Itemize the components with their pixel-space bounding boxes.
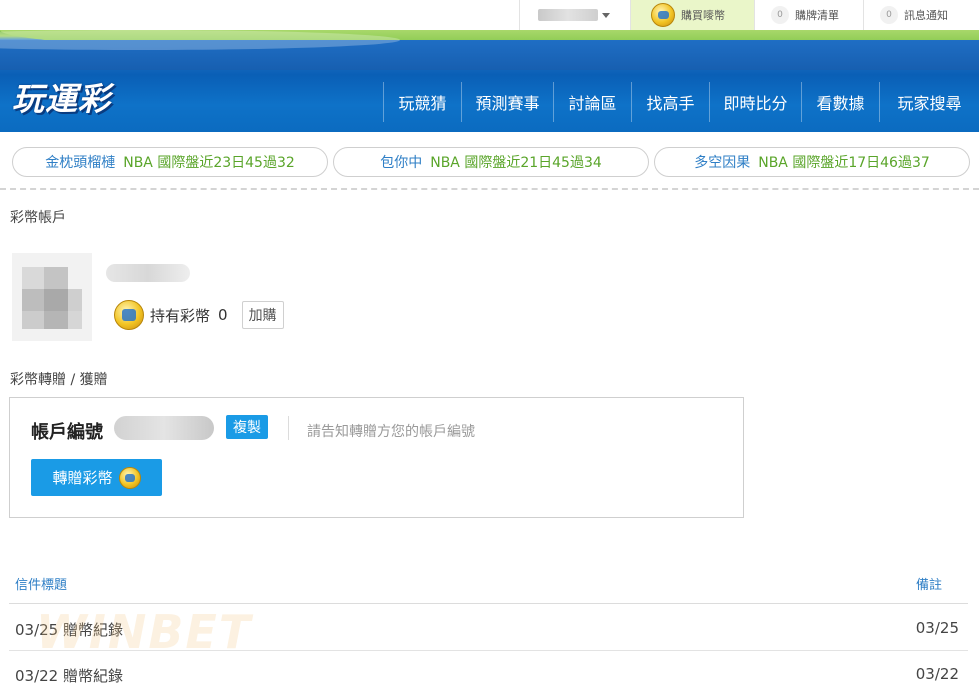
account-number-label: 帳戶編號 [31, 422, 103, 443]
table-row[interactable]: 03/25 贈幣紀錄 03/25 [9, 605, 968, 651]
cart-link[interactable]: 0 購牌清單 [754, 0, 863, 30]
column-header-note: 備註 [915, 578, 942, 593]
nav-item[interactable]: 討論區 [553, 82, 631, 122]
coin-holding: 持有彩幣 0 加購 [114, 300, 284, 330]
table-row[interactable]: 03/22 贈幣紀錄 03/22 [9, 651, 968, 691]
buy-coins-label: 購買嘜幣 [681, 9, 725, 22]
ticker-item[interactable]: 多空因果 NBA 國際盤近17日46過37 [654, 147, 970, 177]
expert-ticker-bar: 金枕頭榴槤 NBA 國際盤近23日45過32 包你中 NBA 國際盤近21日45… [0, 132, 979, 190]
username-blurred [538, 9, 598, 21]
chevron-down-icon [602, 12, 610, 18]
coin-icon [114, 300, 144, 330]
account-number-blurred [114, 416, 214, 440]
send-coins-label: 轉贈彩幣 [52, 469, 113, 487]
holding-label: 持有彩幣 [150, 306, 211, 325]
cart-count-badge: 0 [771, 6, 789, 24]
record-title: 03/25 贈幣紀錄 [15, 621, 123, 639]
record-note: 03/22 [915, 665, 959, 683]
records-table-header: 信件標題 備註 [9, 572, 968, 604]
column-header-title: 信件標題 [15, 578, 68, 593]
holding-count: 0 [218, 306, 228, 324]
account-section-title: 彩幣帳戶 [10, 210, 66, 226]
nav-item[interactable]: 預測賽事 [461, 82, 553, 122]
messages-label: 訊息通知 [904, 9, 948, 22]
nav-item[interactable]: 玩競猜 [383, 82, 461, 122]
main-nav: 玩競猜 預測賽事 討論區 找高手 即時比分 看數據 玩家搜尋 [383, 82, 979, 122]
ticker-record: NBA 國際盤近23日45過32 [123, 155, 295, 171]
messages-link[interactable]: 0 訊息通知 [863, 0, 979, 30]
ticker-expert-name: 金枕頭榴槤 [45, 155, 116, 171]
user-menu[interactable] [519, 0, 630, 30]
username-blurred [106, 264, 190, 282]
nav-item[interactable]: 找高手 [631, 82, 709, 122]
record-title: 03/22 贈幣紀錄 [15, 667, 123, 685]
coin-icon [651, 3, 675, 27]
ticker-item[interactable]: 包你中 NBA 國際盤近21日45過34 [333, 147, 649, 177]
ticker-expert-name: 包你中 [380, 155, 423, 171]
nav-item[interactable]: 看數據 [801, 82, 879, 122]
copy-button[interactable]: 複製 [226, 415, 268, 439]
ticker-record: NBA 國際盤近17日46過37 [758, 155, 930, 171]
messages-count-badge: 0 [880, 6, 898, 24]
cart-label: 購牌清單 [795, 9, 839, 22]
coin-icon [118, 466, 141, 489]
send-coins-button[interactable]: 轉贈彩幣 [31, 459, 162, 496]
ticker-item[interactable]: 金枕頭榴槤 NBA 國際盤近23日45過32 [12, 147, 328, 177]
avatar [12, 253, 92, 341]
site-logo[interactable]: 玩運彩 [12, 74, 111, 120]
site-header: 玩運彩 玩競猜 預測賽事 討論區 找高手 即時比分 看數據 玩家搜尋 [0, 30, 979, 132]
buy-coins-link[interactable]: 購買嘜幣 [630, 0, 754, 30]
top-utility-bar: 購買嘜幣 0 購牌清單 0 訊息通知 [0, 0, 979, 30]
transfer-section-title: 彩幣轉贈 / 獲贈 [10, 372, 108, 388]
record-note: 03/25 [915, 619, 959, 637]
ticker-expert-name: 多空因果 [694, 155, 751, 171]
add-coins-button[interactable]: 加購 [241, 301, 284, 329]
nav-item[interactable]: 玩家搜尋 [879, 82, 979, 122]
nav-item[interactable]: 即時比分 [709, 82, 801, 122]
transfer-hint: 請告知轉贈方您的帳戶編號 [307, 424, 475, 440]
ticker-record: NBA 國際盤近21日45過34 [430, 155, 602, 171]
transfer-panel: 帳戶編號 複製 請告知轉贈方您的帳戶編號 轉贈彩幣 [9, 397, 744, 518]
hint-divider [288, 416, 289, 440]
